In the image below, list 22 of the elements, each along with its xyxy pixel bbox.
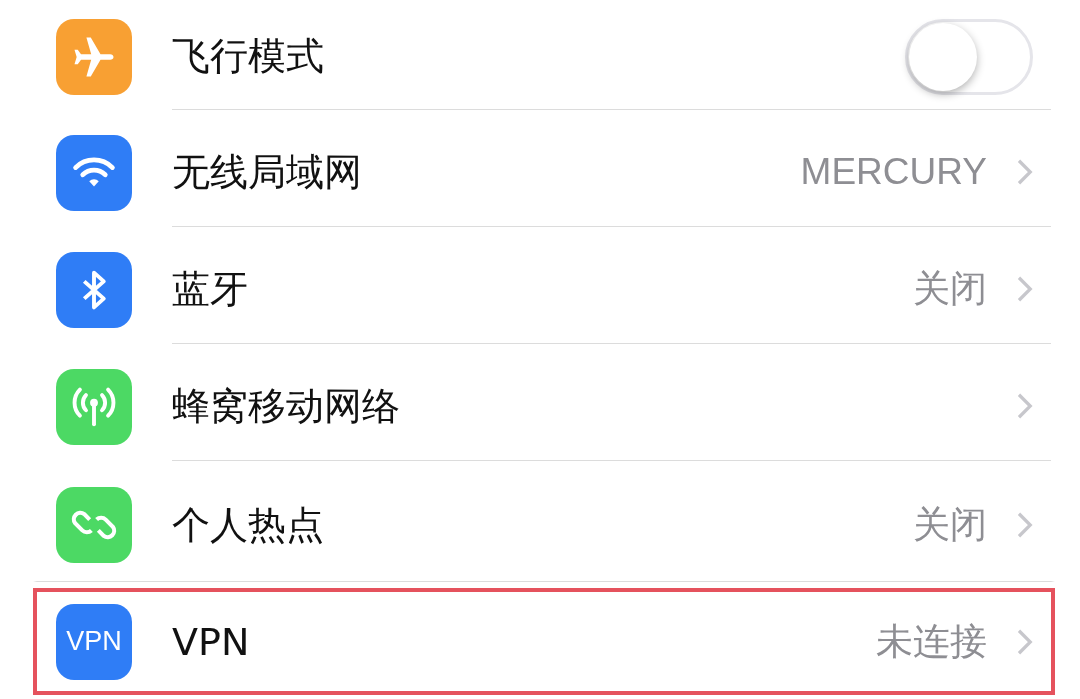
row-value: MERCURY: [800, 151, 987, 193]
settings-row[interactable]: 蜂窝移动网络: [33, 348, 1055, 465]
chevron-icon: [1015, 391, 1033, 421]
settings-row[interactable]: 蓝牙 关闭: [33, 231, 1055, 348]
row-label: VPN: [172, 619, 251, 664]
chevron-icon: [1015, 274, 1033, 304]
settings-row[interactable]: 飞行模式: [33, 0, 1055, 114]
row-label: 蜂窝移动网络: [172, 382, 401, 430]
vpn-icon: VPN: [56, 603, 132, 680]
chevron-icon: [1015, 510, 1033, 540]
row-value: 关闭: [913, 267, 987, 311]
settings-row[interactable]: 无线局域网 MERCURY: [33, 114, 1055, 231]
row-value: 关闭: [913, 503, 987, 547]
toggle-switch[interactable]: [905, 18, 1033, 95]
settings-row[interactable]: 个人热点 关闭: [33, 465, 1055, 582]
row-label: 蓝牙: [172, 265, 249, 313]
settings-row[interactable]: VPN VPN 未连接: [33, 588, 1055, 695]
row-value: 未连接: [876, 619, 987, 664]
row-label: 飞行模式: [172, 33, 325, 80]
row-label: 个人热点: [172, 501, 325, 549]
chevron-icon: [1015, 157, 1033, 187]
row-label: 无线局域网: [172, 148, 363, 196]
